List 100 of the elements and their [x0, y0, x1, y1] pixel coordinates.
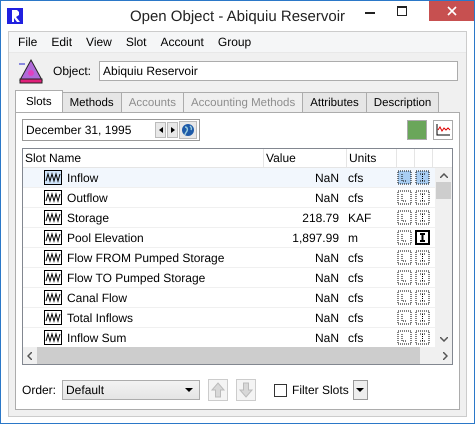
slot-series-icon	[44, 270, 62, 285]
plot-button[interactable]	[433, 120, 453, 140]
right-triangle-icon	[170, 127, 174, 133]
flag-icon[interactable]	[397, 330, 412, 345]
menu-item[interactable]: Edit	[44, 34, 80, 50]
slot-value: NaN	[314, 290, 339, 304]
table-row[interactable]: Canal Flow NaN cfs	[23, 288, 435, 308]
up-arrow-icon	[211, 382, 226, 398]
input-icon[interactable]	[415, 310, 430, 325]
object-field[interactable]: Abiquiu Reservoir	[99, 61, 458, 81]
slot-value: 218.79	[301, 210, 339, 224]
slot-name: Inflow Sum	[67, 330, 128, 344]
vertical-scrollbar[interactable]	[435, 168, 452, 347]
reservoir-icon	[17, 58, 45, 84]
column-header[interactable]: Value	[264, 149, 347, 167]
menu-item[interactable]: File	[11, 34, 44, 50]
scroll-right-icon[interactable]	[443, 352, 448, 360]
table-row[interactable]: Total Inflows NaN cfs	[23, 308, 435, 328]
flag-icon[interactable]	[397, 230, 412, 245]
close-button[interactable]	[429, 1, 474, 21]
slot-units: cfs	[347, 170, 364, 184]
menu-item[interactable]: Slot	[118, 34, 154, 50]
tab[interactable]: Description	[366, 92, 440, 112]
input-icon[interactable]	[415, 210, 430, 225]
table-row[interactable]: Pool Elevation 1,897.99 m	[23, 228, 435, 248]
input-icon[interactable]	[415, 170, 430, 185]
slot-units: cfs	[347, 270, 364, 284]
close-icon	[446, 6, 456, 16]
slot-units: cfs	[347, 330, 364, 344]
order-label: Order:	[22, 383, 56, 397]
column-header[interactable]: Units	[347, 149, 397, 167]
tab[interactable]: Methods	[62, 92, 122, 112]
slot-units: KAF	[347, 210, 372, 224]
next-button[interactable]	[167, 122, 178, 138]
order-dropdown[interactable]: Default	[62, 380, 200, 400]
table-row[interactable]: Flow FROM Pumped Storage NaN cfs	[23, 248, 435, 268]
menu-item[interactable]: View	[79, 34, 119, 50]
slot-name: Flow FROM Pumped Storage	[67, 250, 226, 264]
flag-icon[interactable]	[397, 170, 412, 185]
flag-icon[interactable]	[397, 270, 412, 285]
menu-item[interactable]: Group	[210, 34, 258, 50]
slot-series-icon	[44, 310, 62, 325]
app-logo-icon	[7, 8, 23, 24]
slot-name: Flow TO Pumped Storage	[67, 270, 206, 284]
slot-value: NaN	[314, 330, 339, 344]
dropdown-caret-icon	[185, 388, 194, 392]
slot-name: Storage	[67, 210, 110, 224]
table-row[interactable]: Inflow NaN cfs	[23, 168, 435, 188]
date-field[interactable]: December 31, 1995	[22, 119, 200, 141]
scroll-down-icon[interactable]	[440, 337, 448, 342]
scroll-left-icon[interactable]	[27, 352, 32, 360]
object-label: Object:	[53, 64, 92, 78]
flag-icon[interactable]	[397, 310, 412, 325]
maximize-icon[interactable]	[397, 6, 407, 16]
scroll-up-icon[interactable]	[440, 173, 448, 178]
scroll-thumb[interactable]	[436, 182, 451, 199]
slot-value: 1,897.99	[291, 230, 339, 244]
flag-icon[interactable]	[397, 190, 412, 205]
left-triangle-icon	[158, 127, 162, 133]
slot-value: NaN	[314, 190, 339, 204]
input-icon[interactable]	[415, 330, 430, 345]
slot-value: NaN	[314, 250, 339, 264]
input-icon[interactable]	[415, 190, 430, 205]
line-chart-icon	[435, 123, 451, 137]
table-row[interactable]: Outflow NaN cfs	[23, 188, 435, 208]
slot-series-icon	[44, 230, 62, 245]
slot-series-icon	[44, 210, 62, 225]
slot-value: NaN	[314, 270, 339, 284]
slot-name: Total Inflows	[67, 310, 134, 324]
filter-label: Filter Slots	[292, 383, 349, 397]
filter-dropdown-button[interactable]	[352, 380, 368, 400]
tab[interactable]: Attributes	[302, 92, 367, 112]
slot-series-icon	[44, 290, 62, 305]
menu-item[interactable]: Account	[154, 34, 211, 50]
table-row[interactable]: Storage 218.79 KAF	[23, 208, 435, 228]
slot-units: cfs	[347, 290, 364, 304]
previous-button[interactable]	[155, 122, 166, 138]
slot-name: Inflow	[67, 170, 100, 184]
globe-icon	[181, 123, 195, 137]
flag-icon[interactable]	[397, 290, 412, 305]
table-row[interactable]: Flow TO Pumped Storage NaN cfs	[23, 268, 435, 288]
slot-value: NaN	[314, 170, 339, 184]
filter-checkbox[interactable]	[274, 384, 288, 396]
slot-units: cfs	[347, 190, 364, 204]
slot-units: cfs	[347, 250, 364, 264]
slot-name: Pool Elevation	[67, 230, 145, 244]
slot-name: Canal Flow	[67, 290, 128, 304]
input-icon[interactable]	[415, 250, 430, 265]
input-icon[interactable]	[415, 290, 430, 305]
flag-icon[interactable]	[397, 210, 412, 225]
slot-name: Outflow	[67, 190, 109, 204]
globe-button[interactable]	[179, 121, 197, 139]
flag-icon[interactable]	[397, 250, 412, 265]
input-icon[interactable]	[415, 270, 430, 285]
window-title: Open Object - Abiquiu Reservoir	[130, 8, 346, 24]
column-header[interactable]: Slot Name	[23, 149, 264, 167]
dropdown-caret-icon	[356, 388, 364, 392]
tab[interactable]: Slots	[15, 90, 63, 112]
input-icon[interactable]	[415, 230, 430, 245]
color-swatch-button[interactable]	[407, 120, 427, 140]
